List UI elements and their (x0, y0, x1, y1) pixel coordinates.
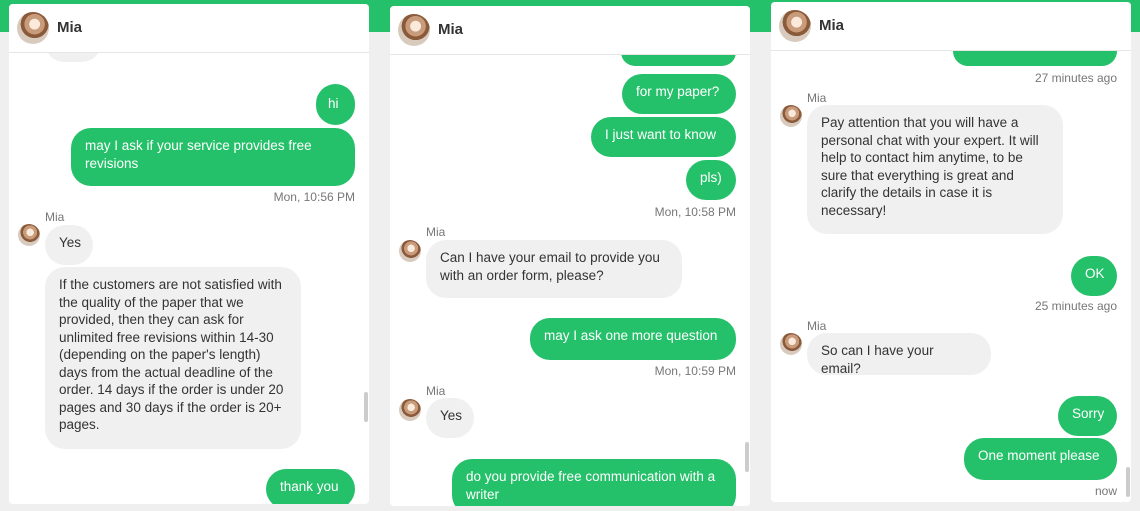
message-timestamp: 27 minutes ago (1034, 71, 1117, 85)
contact-name: Mia (57, 19, 83, 36)
avatar (18, 224, 40, 246)
message-bubble-outgoing: Sorry (1058, 396, 1117, 436)
sender-name: Mia (807, 319, 827, 333)
sender-name: Mia (426, 225, 446, 239)
message-bubble-outgoing: I just want to know (591, 117, 736, 157)
chat-window-1: Mia hi may I ask if your service provide… (9, 4, 369, 504)
sender-name: Mia (426, 384, 446, 398)
avatar (398, 14, 430, 46)
avatar (17, 12, 49, 44)
chat-header: Mia (771, 2, 1131, 51)
chat-window-3: Mia 27 minutes ago Mia Pay attention tha… (771, 2, 1131, 502)
message-bubble-incoming: Pay attention that you will have a perso… (807, 105, 1063, 234)
scrollbar-thumb[interactable] (364, 392, 368, 422)
scrollbar-thumb[interactable] (1126, 467, 1130, 497)
sender-name: Mia (45, 210, 65, 224)
message-bubble-outgoing: OK (1071, 256, 1117, 296)
message-bubble-outgoing: pls) (686, 160, 736, 200)
message-bubble-incoming: If the customers are not satisfied with … (45, 267, 301, 449)
message-timestamp: Mon, 10:59 PM (654, 364, 736, 378)
scrollbar-thumb[interactable] (745, 442, 749, 472)
avatar (780, 105, 802, 127)
message-bubble-outgoing: may I ask if your service provides free … (71, 128, 355, 186)
avatar (399, 399, 421, 421)
message-bubble-outgoing: for my paper? (622, 74, 736, 114)
chat-header: Mia (9, 4, 369, 53)
message-timestamp: Mon, 10:56 PM (273, 190, 355, 204)
message-bubble-incoming: Yes (45, 225, 93, 265)
message-bubble-outgoing: One moment please (964, 438, 1117, 480)
message-bubble-outgoing: do you provide free communication with a… (452, 459, 736, 506)
message-bubble-outgoing: hi (316, 84, 355, 125)
avatar (779, 10, 811, 42)
sender-name: Mia (807, 91, 827, 105)
contact-name: Mia (819, 17, 845, 34)
message-bubble-incoming: Yes (426, 398, 474, 438)
avatar (780, 333, 802, 355)
message-timestamp: Mon, 10:58 PM (654, 205, 736, 219)
message-timestamp: 25 minutes ago (1034, 299, 1117, 313)
avatar (399, 240, 421, 262)
chat-window-2: Mia for my paper? I just want to know pl… (390, 6, 750, 506)
message-bubble-outgoing: thank you (266, 469, 355, 504)
message-bubble-incoming: Can I have your email to provide you wit… (426, 240, 682, 298)
contact-name: Mia (438, 21, 464, 38)
message-timestamp: now (1094, 484, 1117, 498)
message-bubble-incoming: So can I have your email? (807, 333, 991, 376)
message-bubble-outgoing: may I ask one more question (530, 318, 736, 360)
chat-header: Mia (390, 6, 750, 55)
